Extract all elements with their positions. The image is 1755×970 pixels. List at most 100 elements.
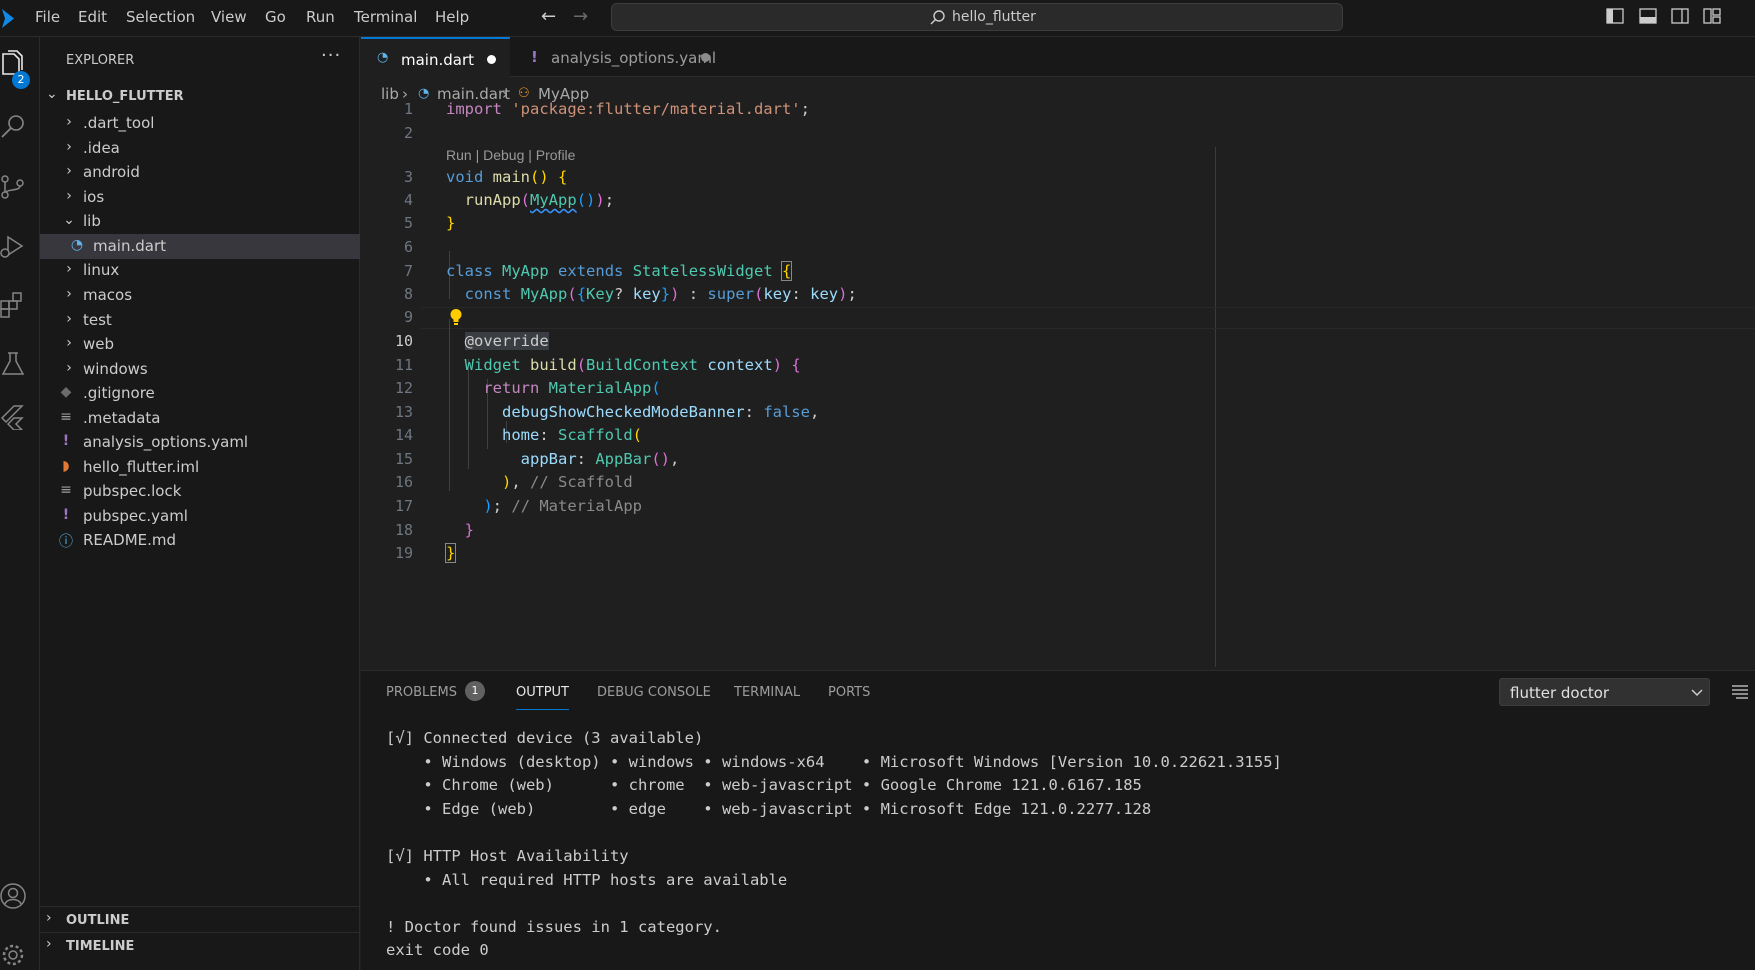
tree-file-iml[interactable]: ◗ hello_flutter.iml [40, 455, 360, 480]
tree-folder-ios[interactable]: › ios [40, 185, 360, 210]
menu-file[interactable]: File [35, 8, 60, 26]
tree-file-analysis-options[interactable]: ! analysis_options.yaml [40, 430, 360, 455]
outline-label: OUTLINE [66, 913, 130, 928]
chevron-right-icon: › [66, 188, 72, 204]
tree-label: pubspec.yaml [83, 507, 188, 525]
code-line: class MyApp extends StatelessWidget { [446, 261, 793, 281]
source-control-icon[interactable] [0, 174, 26, 200]
code-token: @ [464, 332, 475, 350]
search-icon[interactable] [0, 113, 26, 139]
tree-folder-test[interactable]: › test [40, 308, 360, 333]
code-token: ( [567, 285, 577, 303]
menu-run[interactable]: Run [306, 8, 335, 26]
text-file-icon: ≡ [60, 482, 72, 498]
menu-terminal[interactable]: Terminal [354, 8, 417, 26]
manage-gear-icon[interactable] [0, 942, 26, 968]
dart-file-icon: ◔ [70, 237, 84, 253]
outline-section[interactable]: › OUTLINE [40, 906, 360, 932]
code-line: void main() { [446, 168, 567, 186]
output-line: exit code 0 [386, 941, 489, 959]
code-token: ( [632, 426, 642, 444]
vscode-logo-icon [2, 9, 14, 28]
back-arrow-icon[interactable]: ← [541, 6, 556, 27]
line-number: 14 [394, 426, 413, 444]
codelens-run-debug-profile[interactable]: Run | Debug | Profile [446, 147, 575, 163]
tree-file-gitignore[interactable]: ◆ .gitignore [40, 381, 360, 406]
tree-file-readme[interactable]: ⓘ README.md [40, 528, 360, 553]
toggle-secondary-sidebar-icon[interactable] [1671, 8, 1689, 24]
more-actions-icon[interactable]: ··· [321, 45, 341, 66]
code-token: Widget [464, 356, 521, 374]
toggle-primary-sidebar-icon[interactable] [1606, 8, 1624, 24]
output-channel-select[interactable]: flutter doctor [1499, 678, 1710, 706]
menu-edit[interactable]: Edit [78, 8, 107, 26]
chevron-right-icon: › [46, 910, 52, 926]
code-token: : [539, 426, 558, 444]
tree-folder-dart-tool[interactable]: › .dart_tool [40, 111, 360, 136]
code-token: } [444, 543, 457, 563]
line-number: 16 [394, 473, 413, 491]
tree-file-main-dart[interactable]: ◔ main.dart [40, 234, 360, 259]
panel-tab-terminal[interactable]: TERMINAL [734, 685, 800, 700]
code-token: runApp [464, 191, 521, 209]
code-token: ; [492, 497, 503, 515]
tree-file-pubspec-lock[interactable]: ≡ pubspec.lock [40, 479, 360, 504]
extensions-icon[interactable] [0, 292, 26, 318]
code-token: Scaffold [558, 426, 633, 444]
menu-view[interactable]: View [211, 8, 247, 26]
list-lines-icon[interactable] [1731, 683, 1749, 699]
tree-folder-web[interactable]: › web [40, 332, 360, 357]
code-token: ) [595, 191, 605, 209]
code-token: ) [502, 473, 512, 491]
tree-folder-lib[interactable]: ⌄ lib [40, 209, 360, 234]
panel-tab-problems[interactable]: PROBLEMS [386, 685, 457, 700]
forward-arrow-icon[interactable]: → [573, 6, 588, 27]
tree-folder-idea[interactable]: › .idea [40, 136, 360, 161]
unsaved-dot-icon[interactable] [701, 53, 710, 62]
command-center-search[interactable]: hello_flutter [611, 3, 1343, 31]
code-token: import [446, 100, 502, 118]
code-line: Widget build(BuildContext context) { [446, 356, 801, 374]
code-line: runApp(MyApp()); [446, 191, 614, 209]
tree-folder-android[interactable]: › android [40, 160, 360, 185]
menu-help[interactable]: Help [435, 8, 469, 26]
lightbulb-icon[interactable] [449, 308, 463, 326]
menu-go[interactable]: Go [265, 8, 286, 26]
testing-flask-icon[interactable] [0, 351, 26, 377]
tree-folder-linux[interactable]: › linux [40, 258, 360, 283]
code-token: return [483, 379, 540, 397]
tree-file-metadata[interactable]: ≡ .metadata [40, 406, 360, 431]
problems-count-badge: 1 [465, 681, 485, 701]
panel-tab-ports[interactable]: PORTS [828, 685, 870, 700]
code-token: : [791, 285, 811, 303]
accounts-icon[interactable] [0, 883, 26, 909]
customize-layout-icon[interactable] [1703, 8, 1721, 24]
code-token: Key [586, 285, 615, 303]
tree-file-pubspec-yaml[interactable]: ! pubspec.yaml [40, 504, 360, 529]
code-token: BuildContext [586, 356, 699, 374]
project-folder-header[interactable]: ⌄ HELLO_FLUTTER [40, 85, 360, 109]
code-token: ( [576, 191, 587, 209]
code-token: // Scaffold [530, 473, 633, 491]
panel-tab-debug-console[interactable]: DEBUG CONSOLE [597, 685, 711, 700]
timeline-section[interactable]: › TIMELINE [40, 932, 360, 958]
tab-analysis-options[interactable]: ! analysis_options.yaml [511, 37, 721, 77]
tree-folder-windows[interactable]: › windows [40, 357, 360, 382]
flutter-icon[interactable] [0, 404, 26, 430]
tree-label: test [83, 311, 112, 329]
unsaved-dot-icon[interactable] [487, 55, 496, 64]
menu-selection[interactable]: Selection [126, 8, 195, 26]
code-editor[interactable]: 1 2 3 4 5 6 7 8 9 10 11 12 13 14 15 16 1… [361, 97, 1755, 669]
tree-label: pubspec.lock [83, 482, 182, 500]
code-token: ; [800, 100, 810, 118]
run-and-debug-icon[interactable] [0, 233, 26, 259]
code-token: : [744, 403, 764, 421]
line-number: 4 [403, 191, 413, 209]
tab-main-dart[interactable]: ◔ main.dart [361, 37, 510, 77]
tree-folder-macos[interactable]: › macos [40, 283, 360, 308]
panel-tab-output[interactable]: OUTPUT [516, 685, 569, 710]
toggle-panel-icon[interactable] [1639, 8, 1657, 24]
tree-label: .metadata [83, 409, 161, 427]
code-token: } [464, 521, 475, 539]
explorer-sidebar: EXPLORER ··· ⌄ HELLO_FLUTTER › .dart_tool… [40, 37, 360, 970]
